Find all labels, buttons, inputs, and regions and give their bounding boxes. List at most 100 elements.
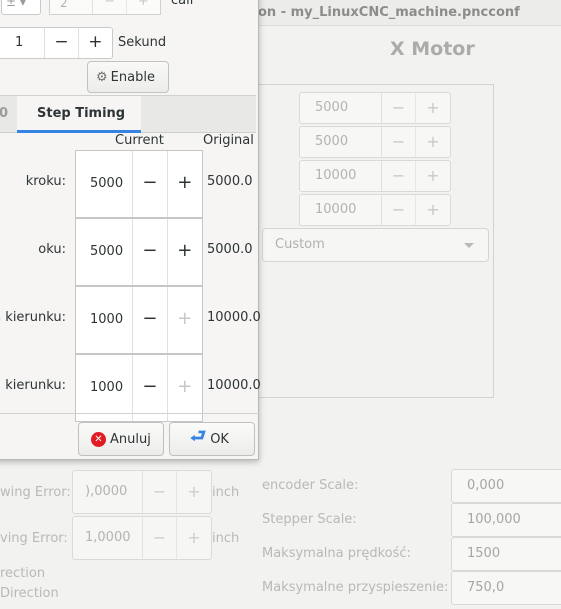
plus-button[interactable]: + [127,0,160,14]
minus-button[interactable]: − [382,195,416,225]
call-label: call [171,0,194,8]
bg-timing-spin[interactable]: 5000 − + [299,92,451,124]
main-window-title: on - my_LinuxCNC_machine.pncconf [258,5,520,20]
bg-timing-spin[interactable]: 10000 − + [299,160,451,192]
bg-timing-value[interactable]: 5000 [300,93,382,123]
direction-label: Direction [0,586,59,601]
unit-label: inch [212,485,240,500]
stepper-scale-value: 100,000 [467,512,521,527]
gear-icon: ⚙ [96,69,108,85]
param-label: kroku: [25,174,66,189]
tab-previous[interactable]: 0 [0,106,8,121]
following-error-spin[interactable]: 1,0000 − + [72,516,212,560]
param-spin[interactable]: 1000 − + [75,286,203,354]
param-current-value[interactable]: 1000 [76,355,134,421]
following-error-spin[interactable]: ),0000 − + [72,470,212,514]
following-error-label: wing Error: [0,485,71,500]
stepper-scale-label: Stepper Scale: [262,512,357,527]
stepper-scale-entry[interactable]: 100,000 [451,503,561,537]
param-original-value: 10000.0 [207,310,261,325]
following-error-value[interactable]: ),0000 [73,471,143,513]
plus-button[interactable]: + [416,195,450,225]
seconds-spin[interactable]: 1 − + [0,27,113,59]
minus-button[interactable]: − [133,355,168,421]
seconds-value[interactable]: 1 [0,28,46,58]
plus-button[interactable]: + [177,517,211,559]
minus-button[interactable]: − [45,28,79,58]
unit-label: inch [212,531,240,546]
minus-button[interactable]: − [143,471,177,513]
current-header: Current [115,133,164,148]
ok-arrow-icon: ⮐ [190,426,207,447]
direction-label: rection [0,566,46,581]
encoder-scale-label: encoder Scale: [262,478,359,493]
sign-combo-value: ± [6,0,17,9]
plus-button: + [177,308,193,329]
max-velocity-value: 1500 [467,546,501,561]
param-spin[interactable]: 1000 − + [75,354,203,422]
bg-timing-value[interactable]: 10000 [300,161,382,191]
minus-button[interactable]: − [93,0,127,14]
plus-button[interactable]: + [416,161,450,191]
top-spin-value[interactable]: 2 [50,0,94,14]
bg-timing-value[interactable]: 5000 [300,127,382,157]
param-spin[interactable]: 5000 − + [75,218,203,286]
plus-button: + [177,376,193,397]
bg-timing-spin[interactable]: 5000 − + [299,126,451,158]
chevron-down-icon [464,243,474,248]
dialog-button-bar: ✕ Anuluj ⮐ OK [0,413,260,459]
minus-button[interactable]: − [143,517,177,559]
bg-timing-value[interactable]: 10000 [300,195,382,225]
max-acceleration-label: Maksymalne przyspieszenie: [262,580,449,595]
param-row: kierunku: 1000 − + 10000.0 [0,354,261,422]
enable-button[interactable]: ⚙ Enable [87,61,169,93]
following-error-value[interactable]: 1,0000 [73,517,143,559]
enable-label: Enable [110,69,155,85]
timing-preset-combo[interactable]: Custom [262,228,489,262]
param-current-value[interactable]: 5000 [76,219,134,285]
top-row: ± ▾ 2 − + call [0,0,260,21]
encoder-scale-entry[interactable]: 0,000 [451,469,561,503]
tab-step-timing-label: Step Timing [37,106,126,121]
minus-button[interactable]: − [382,161,416,191]
param-spin[interactable]: 5000 − + [75,150,203,218]
max-acceleration-value: 750,0 [467,580,505,595]
bg-timing-spin[interactable]: 10000 − + [299,194,451,226]
plus-button[interactable]: + [168,151,202,217]
motor-title: X Motor [390,38,475,60]
sign-combo[interactable]: ± ▾ [1,0,41,15]
param-row: a kierunku: 1000 − + 10000.0 [0,286,261,354]
cancel-button[interactable]: ✕ Anuluj [78,422,164,456]
plus-button[interactable]: + [79,28,112,58]
param-row: oku: 5000 − + 5000.0 [0,218,256,286]
timing-preset-value: Custom [275,237,325,252]
tab-step-timing[interactable]: Step Timing [17,96,141,133]
param-current-value[interactable]: 5000 [76,151,134,217]
minus-button[interactable]: − [133,219,168,285]
param-current-value[interactable]: 1000 [76,287,134,353]
original-header: Original [203,133,254,148]
minus-button[interactable]: − [382,127,416,157]
top-spin[interactable]: 2 − + [49,0,161,15]
seconds-label: Sekund [118,35,167,50]
tab-bar: 0 Step Timing [0,95,256,133]
minus-button[interactable]: − [133,287,168,353]
ok-button[interactable]: ⮐ OK [169,422,255,456]
param-original-value: 5000.0 [207,174,253,189]
cancel-icon: ✕ [91,431,106,447]
plus-button[interactable]: + [416,127,450,157]
param-label: a kierunku: [0,310,66,325]
plus-button[interactable]: + [177,471,211,513]
plus-button[interactable]: + [168,219,202,285]
following-error-label: ving Error: [0,531,68,546]
param-label: oku: [38,242,66,257]
minus-button[interactable]: − [133,151,168,217]
max-acceleration-entry[interactable]: 750,0 [451,571,561,605]
max-velocity-entry[interactable]: 1500 [451,537,561,571]
step-timing-dialog: ± ▾ 2 − + call 1 − + Sekund ⚙ Enable 0 S… [0,0,261,460]
cancel-label: Anuluj [110,431,151,447]
minus-button[interactable]: − [382,93,416,123]
encoder-scale-value: 0,000 [467,478,505,493]
plus-button[interactable]: + [416,93,450,123]
max-velocity-label: Maksymalna prędkość: [262,546,411,561]
